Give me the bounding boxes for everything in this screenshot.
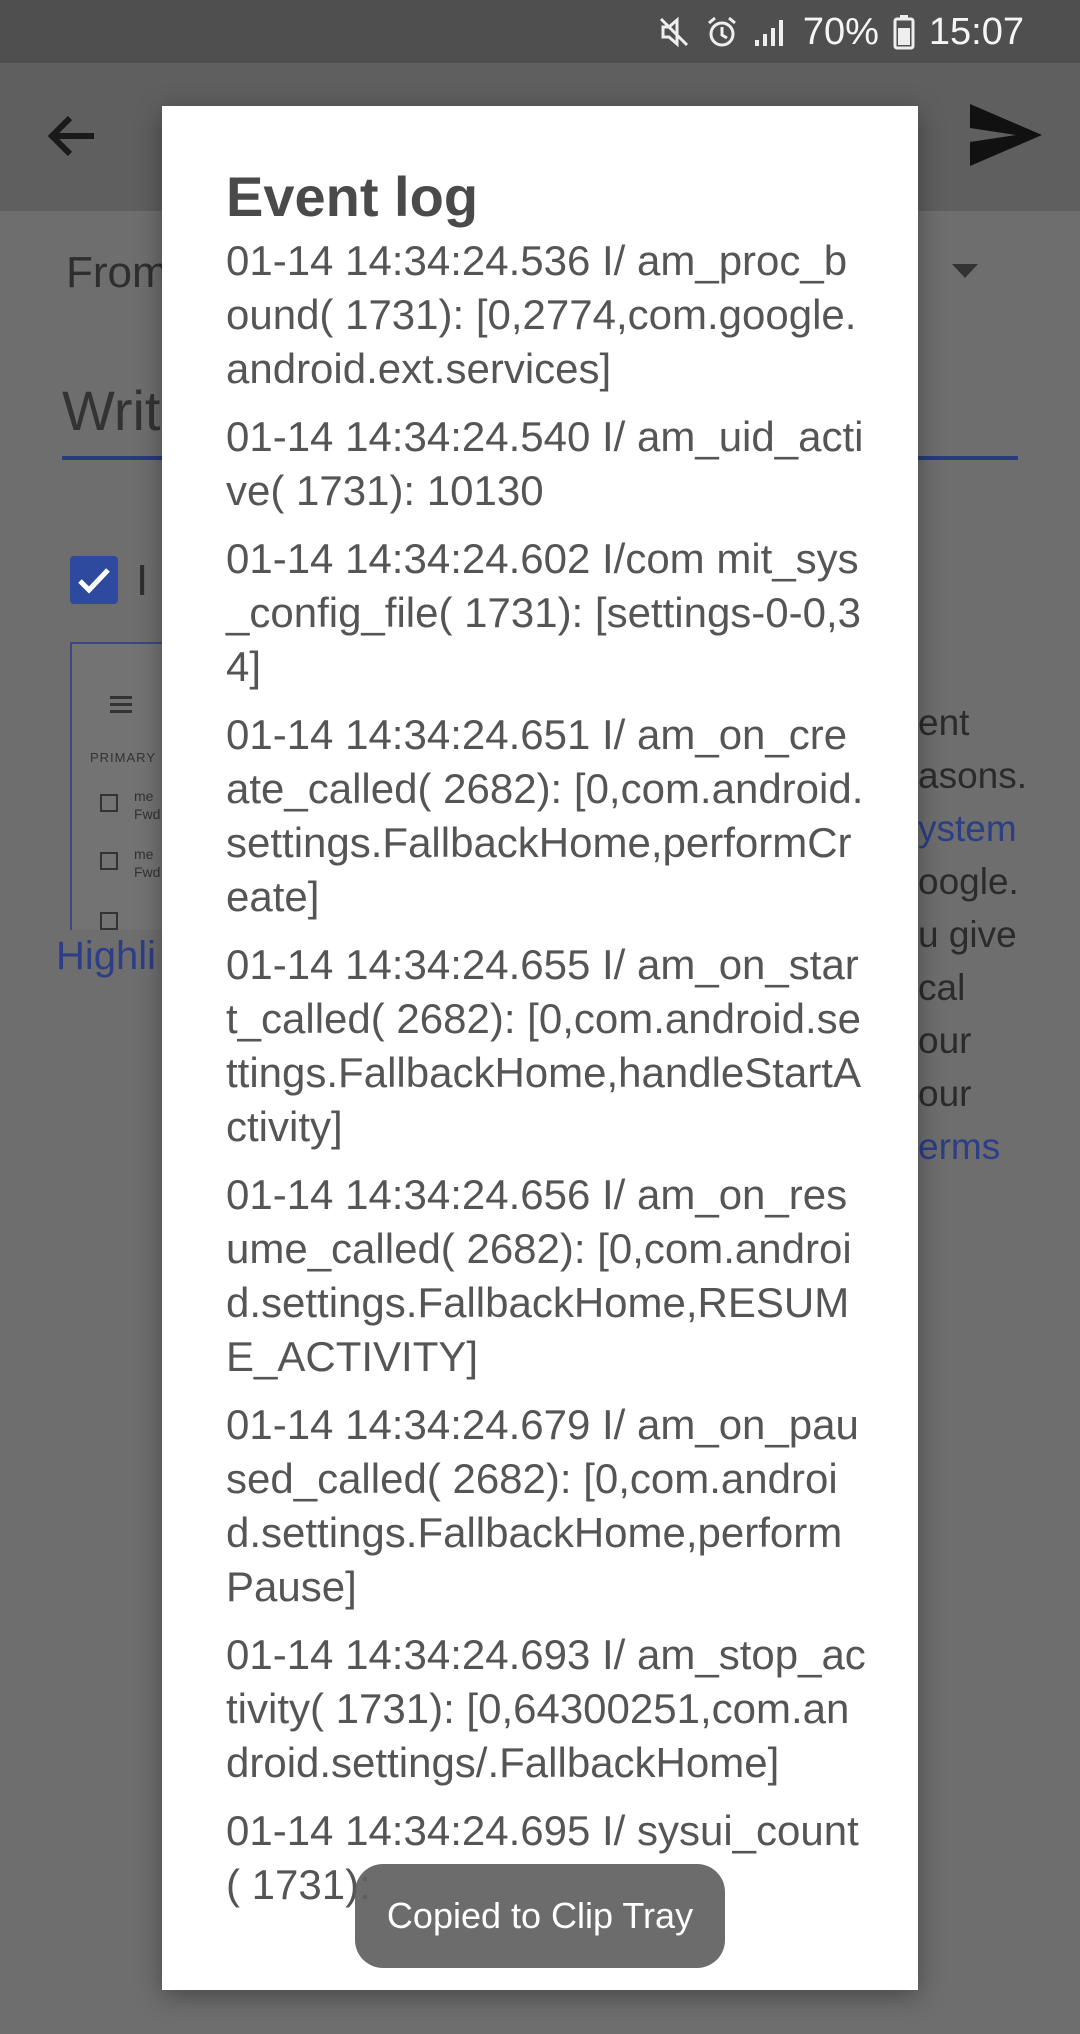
from-label: From [66,248,169,297]
thumbnail-text: me [134,788,154,804]
log-entry[interactable]: 01-14 14:34:24.679 I/ am_on_paused_calle… [226,1398,866,1614]
thumbnail-checkbox [100,912,118,930]
send-icon[interactable] [966,100,1046,175]
event-log-dialog[interactable]: Event log 01-14 14:34:24.536 I/ am_proc_… [162,106,918,1990]
thumbnail-section-label: PRIMARY [90,750,156,765]
log-entry[interactable]: 01-14 14:34:24.536 I/ am_proc_bound( 173… [226,234,866,396]
body-text-fragment: u give [918,914,1017,955]
menu-icon [110,696,132,699]
include-checkbox[interactable] [70,556,118,604]
thumbnail-checkbox [100,794,118,812]
battery-icon [893,14,915,50]
body-text-fragment: cal [918,967,966,1008]
event-log-list[interactable]: 01-14 14:34:24.536 I/ am_proc_bound( 173… [226,234,866,1926]
body-text-fragment: asons. [918,755,1028,796]
body-text-fragment: oogle. [918,861,1019,902]
clock: 15:07 [928,10,1024,53]
thumbnail-text: Fwd [134,806,161,822]
log-entry[interactable]: 01-14 14:34:24.540 I/ am_uid_active( 173… [226,410,866,518]
alarm-icon [705,15,739,49]
signal-icon [753,16,789,48]
body-text-fragment: our [918,1073,972,1114]
write-field-underline [918,456,1018,460]
write-field-underline [62,456,162,460]
battery-percent: 70% [802,10,879,53]
log-entry[interactable]: 01-14 14:34:24.602 I/com mit_sys_config_… [226,532,866,694]
body-text-fragment: ent [918,702,970,743]
thumbnail-checkbox [100,852,118,870]
thumbnail-text: Fwd [134,864,161,880]
dialog-title: Event log [226,165,479,228]
toast-message: Copied to Clip Tray [355,1864,725,1968]
log-entry[interactable]: 01-14 14:34:24.651 I/ am_on_create_calle… [226,708,866,924]
log-entry[interactable]: 01-14 14:34:24.655 I/ am_on_start_called… [226,938,866,1154]
log-entry[interactable]: 01-14 14:34:24.656 I/ am_on_resume_calle… [226,1168,866,1384]
status-icons: 70% 15:07 [657,8,1024,56]
checkbox-label: I [136,556,149,605]
status-bar: 70% 15:07 [0,0,1080,63]
body-text-fragment: our [918,1020,972,1061]
system-link[interactable]: ystem [918,808,1017,850]
log-entry[interactable]: 01-14 14:34:24.693 I/ am_stop_activity( … [226,1628,866,1790]
check-icon [78,568,110,594]
back-arrow-icon[interactable] [42,106,102,171]
mute-icon [657,15,691,49]
highlight-link[interactable]: Highli [56,934,156,979]
terms-link[interactable]: erms [918,1126,1000,1168]
write-field[interactable]: Writ [62,378,161,443]
chevron-down-icon[interactable] [950,262,980,285]
screenshot-thumbnail[interactable]: PRIMARY me Fwd me Fwd [70,642,164,930]
thumbnail-text: me [134,846,154,862]
